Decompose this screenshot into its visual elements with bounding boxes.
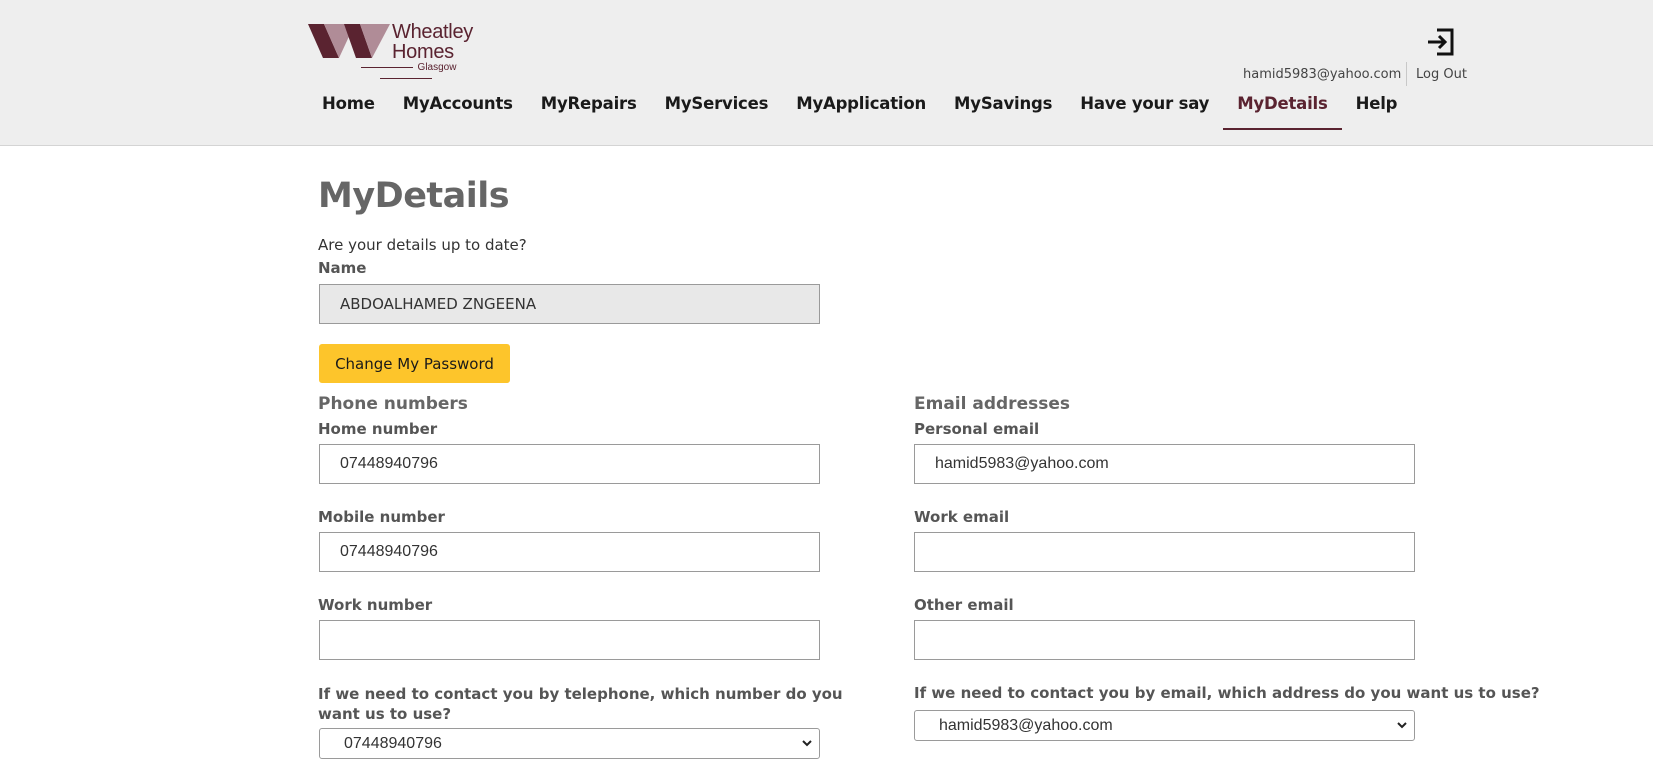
logout-link[interactable]: Log Out [1416, 66, 1467, 84]
mobile-number-input[interactable]: 07448940796 [319, 532, 820, 572]
work-number-input[interactable] [319, 620, 820, 660]
preferred-email-select[interactable]: hamid5983@yahoo.com [914, 710, 1415, 741]
nav-home[interactable]: Home [308, 90, 389, 130]
name-label: Name [318, 259, 367, 277]
phone-section-title: Phone numbers [318, 394, 468, 414]
name-field: ABDOALHAMED ZNGEENA [319, 284, 820, 324]
logo-wordmark: Wheatley Homes [392, 22, 473, 62]
wheatley-w-logo-icon [308, 24, 390, 58]
chevron-down-icon [1397, 722, 1407, 729]
header-divider [1406, 62, 1407, 86]
other-email-label: Other email [914, 596, 1014, 614]
logo-line2: Homes [392, 41, 454, 63]
logo-city: Glasgow [417, 62, 457, 73]
personal-email-input[interactable]: hamid5983@yahoo.com [914, 444, 1415, 484]
work-number-label: Work number [318, 596, 433, 614]
chevron-down-icon [802, 740, 812, 747]
logo-line1: Wheatley [392, 21, 473, 43]
mobile-number-label: Mobile number [318, 508, 445, 526]
other-email-input[interactable] [914, 620, 1415, 660]
nav-myapplication[interactable]: MyApplication [782, 90, 940, 130]
work-email-input[interactable] [914, 532, 1415, 572]
logout-icon[interactable] [1425, 26, 1457, 58]
nav-mysavings[interactable]: MySavings [940, 90, 1066, 130]
nav-help[interactable]: Help [1342, 90, 1412, 130]
nav-have-your-say[interactable]: Have your say [1066, 90, 1223, 130]
nav-myaccounts[interactable]: MyAccounts [389, 90, 527, 130]
personal-email-label: Personal email [914, 420, 1040, 438]
preferred-phone-select[interactable]: 07448940796 [319, 728, 820, 759]
preferred-phone-value: 07448940796 [344, 734, 442, 752]
preferred-email-label: If we need to contact you by email, whic… [914, 684, 1540, 702]
work-email-label: Work email [914, 508, 1010, 526]
change-password-button[interactable]: Change My Password [319, 344, 510, 383]
site-header: Wheatley Homes Glasgow hamid5983@yahoo.c… [0, 0, 1653, 146]
home-number-input[interactable]: 07448940796 [319, 444, 820, 484]
preferred-phone-label: If we need to contact you by telephone, … [318, 685, 843, 723]
preferred-email-value: hamid5983@yahoo.com [939, 716, 1113, 734]
wheatley-logo[interactable]: Wheatley Homes Glasgow [308, 22, 484, 79]
user-email: hamid5983@yahoo.com [1243, 67, 1402, 82]
logo-subline: Glasgow [326, 62, 486, 84]
email-section-title: Email addresses [914, 394, 1070, 414]
page-title: MyDetails [318, 176, 510, 216]
nav-myrepairs[interactable]: MyRepairs [527, 90, 651, 130]
nav-mydetails[interactable]: MyDetails [1223, 90, 1342, 130]
home-number-label: Home number [318, 420, 438, 438]
nav-myservices[interactable]: MyServices [651, 90, 783, 130]
intro-text: Are your details up to date? [318, 236, 527, 254]
main-nav: Home MyAccounts MyRepairs MyServices MyA… [308, 90, 1411, 130]
